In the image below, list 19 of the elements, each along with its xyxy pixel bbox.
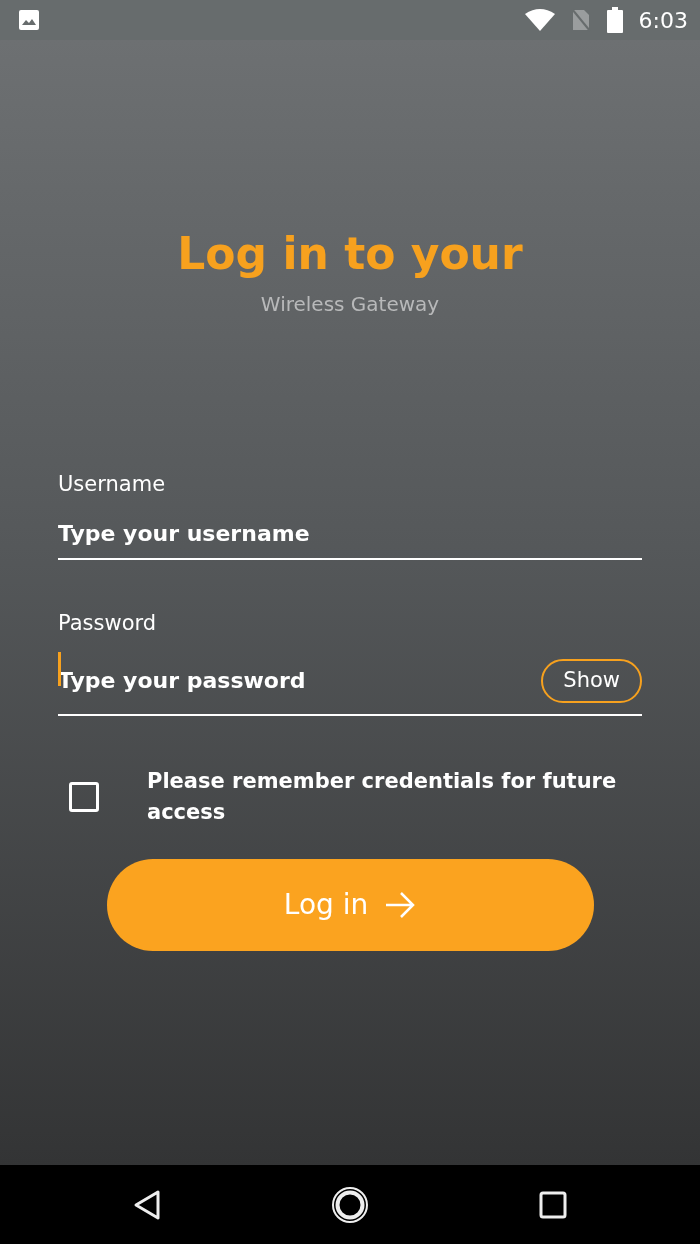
clock-time: 6:03 (638, 6, 688, 35)
page-title: Log in to your (177, 228, 523, 281)
arrow-right-icon (384, 889, 417, 920)
field-label: Password (58, 611, 157, 636)
no-sim-icon (570, 8, 591, 32)
back-icon[interactable] (133, 1188, 161, 1221)
input-field[interactable]: Type your username (58, 516, 642, 550)
show-password-button[interactable]: Show (541, 659, 642, 703)
battery-icon (606, 7, 623, 33)
text-cursor (58, 651, 61, 686)
wifi-icon (524, 9, 555, 31)
recent-apps-icon[interactable] (539, 1190, 567, 1219)
field-label: Username (58, 471, 166, 496)
input-field[interactable]: Type your password (58, 664, 534, 698)
image-icon (18, 9, 40, 31)
subtitle: Wireless Gateway (260, 290, 440, 318)
remember-label: Please remember credentials for future access (147, 767, 618, 827)
remember-checkbox[interactable] (69, 782, 99, 813)
home-icon[interactable] (331, 1185, 369, 1224)
